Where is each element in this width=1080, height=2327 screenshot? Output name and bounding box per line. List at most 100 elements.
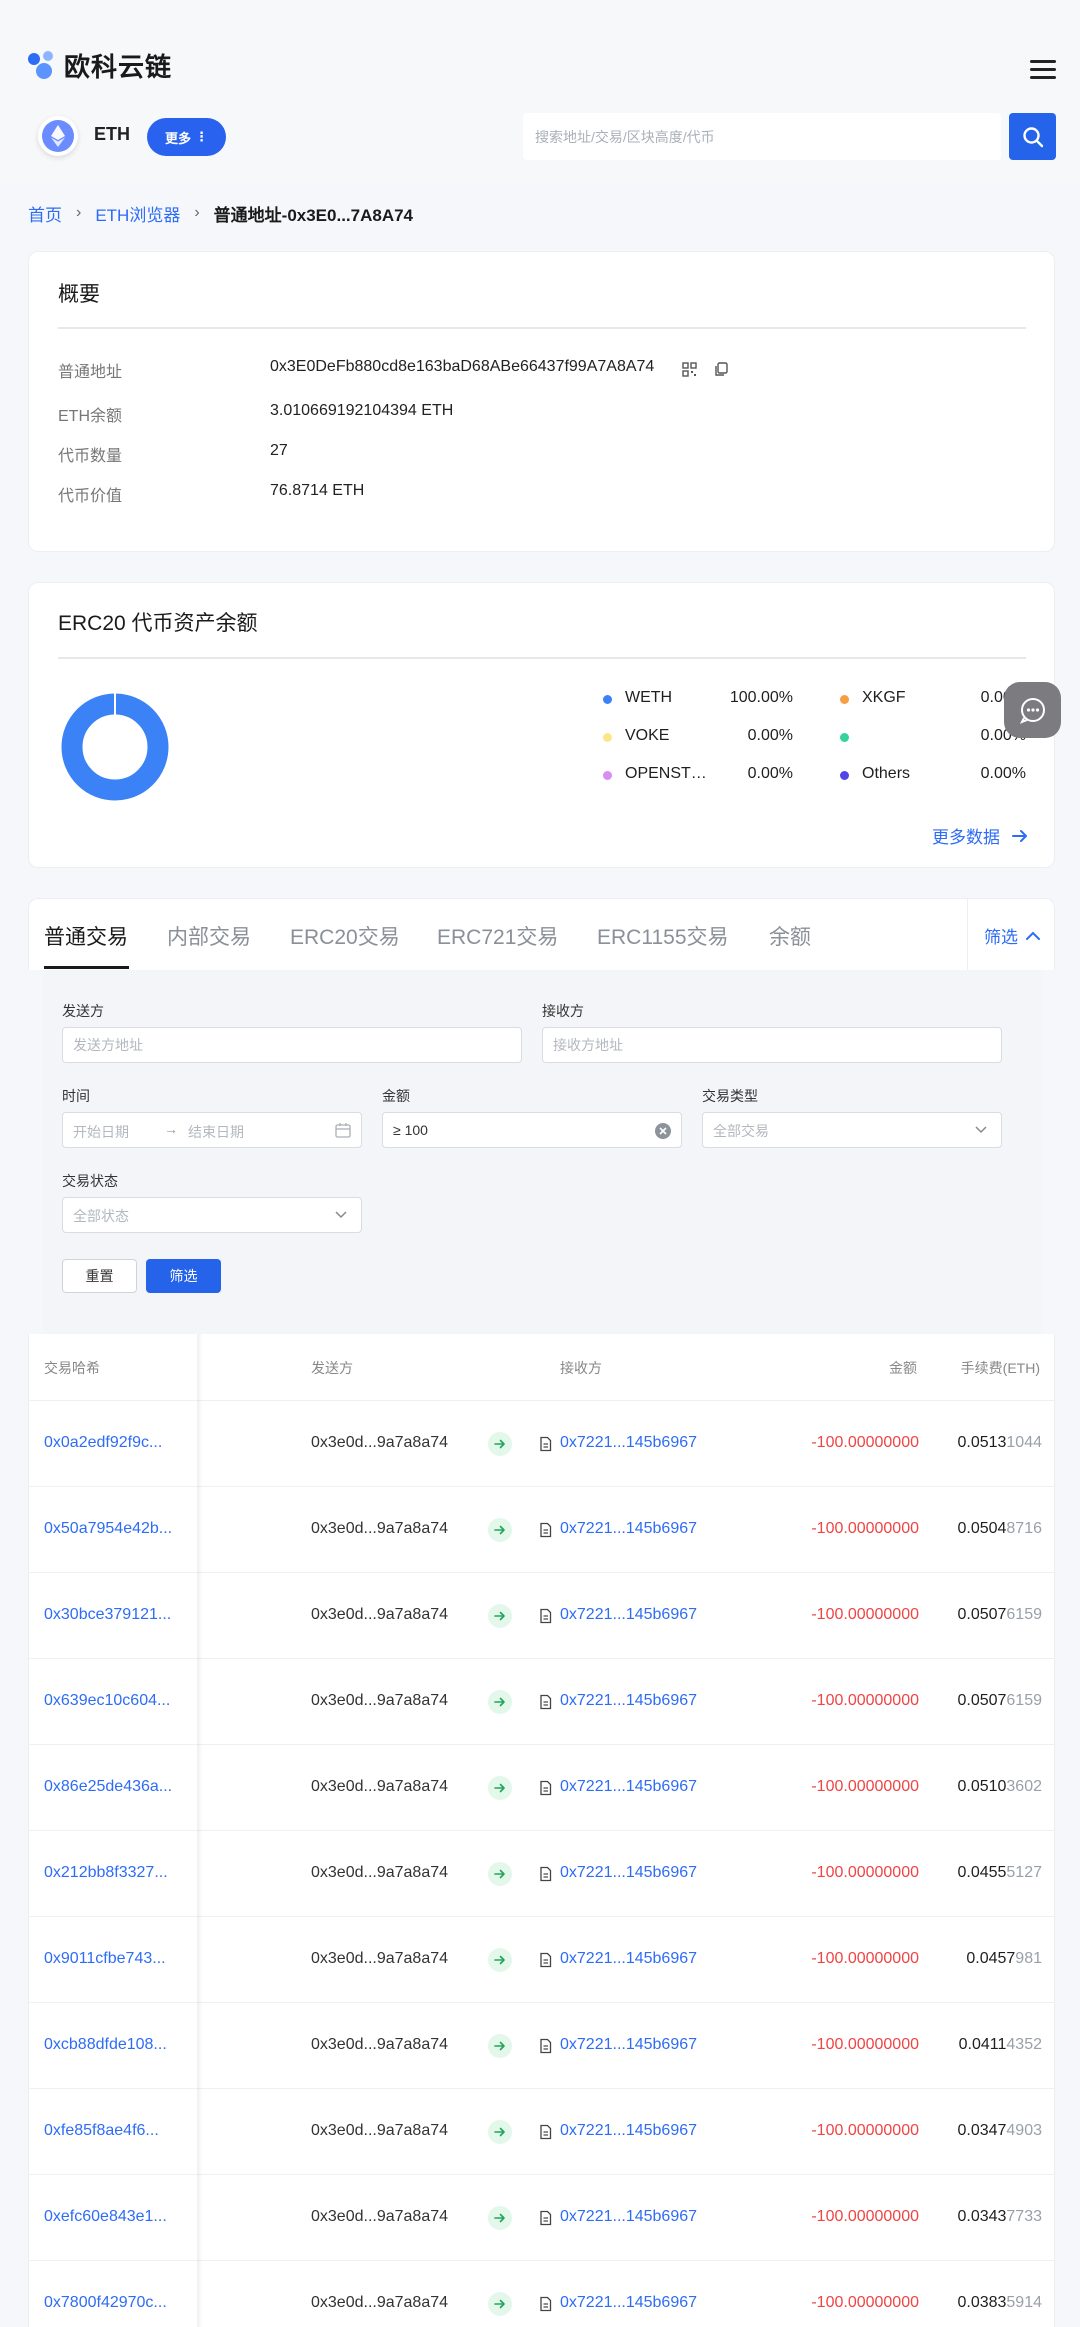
more-data-label: 更多数据: [932, 828, 1000, 847]
breadcrumb: 首页 › ETH浏览器 › 普通地址-0x3E0...7A8A74: [28, 201, 413, 225]
eth-icon: [38, 116, 78, 156]
donut-segment-weth[interactable]: [61, 693, 169, 801]
from-input[interactable]: [62, 1027, 522, 1063]
to-address-link[interactable]: 0x7221...145b6967: [560, 1606, 697, 1624]
chevron-up-icon: [1026, 931, 1040, 940]
arrow-right-icon: [488, 2120, 512, 2144]
erc20-title: ERC20 代币资产余额: [58, 612, 258, 635]
date-range-picker[interactable]: 开始日期 → 结束日期: [62, 1112, 362, 1148]
fee-tail: 6159: [1006, 1606, 1042, 1623]
fee-main: 0.0457: [966, 1950, 1016, 1967]
tab-erc721[interactable]: ERC721交易: [437, 921, 558, 951]
search-input[interactable]: [523, 113, 1001, 160]
to-address-link[interactable]: 0x7221...145b6967: [560, 2122, 697, 2140]
legend-name: OPENST…: [625, 765, 707, 782]
from-address: 0x3e0d...9a7a8a74: [311, 1520, 449, 1537]
col-header-amount: 金额: [889, 1360, 917, 1376]
copy-icon[interactable]: [714, 362, 728, 377]
start-date-placeholder[interactable]: 开始日期: [73, 1122, 129, 1142]
legend-item[interactable]: WETH 100.00%: [603, 689, 793, 709]
to-address-link[interactable]: 0x7221...145b6967: [560, 1864, 697, 1882]
table-row: 0xfe85f8ae4f6... 0x3e0d...9a7a8a74 0x7221.…: [29, 2088, 1054, 2174]
to-address-link[interactable]: 0x7221...145b6967: [560, 2036, 697, 2054]
filter-toggle-button[interactable]: 筛选: [967, 899, 1056, 971]
divider: [58, 327, 1026, 329]
tx-hash-link[interactable]: 0x7800f42970c...: [44, 2294, 167, 2312]
token-value-value: 76.8714 ETH: [270, 482, 365, 499]
to-address-link[interactable]: 0x7221...145b6967: [560, 1692, 697, 1710]
tx-hash-link[interactable]: 0xcb88dfde108...: [44, 2036, 167, 2054]
fee-value: 0.04114352: [959, 2036, 1042, 2054]
clear-icon[interactable]: [654, 1122, 672, 1140]
token-count-value: 27: [270, 442, 288, 459]
chat-support-button[interactable]: [1004, 682, 1061, 738]
arrow-right-icon: [488, 2034, 512, 2058]
to-address-link[interactable]: 0x7221...145b6967: [560, 2294, 697, 2312]
contract-icon: [540, 1522, 552, 1538]
contract-icon: [540, 2038, 552, 2054]
tx-hash-link[interactable]: 0x30bce379121...: [44, 1606, 171, 1624]
legend-item[interactable]: VOKE 0.00%: [603, 727, 793, 747]
arrow-right-icon: [488, 2206, 512, 2230]
sticky-column-shadow: [197, 1334, 203, 2327]
tab-balance[interactable]: 余额: [769, 921, 811, 951]
to-input[interactable]: [542, 1027, 1002, 1063]
fee-main: 0.0411: [958, 2036, 1007, 2053]
type-select-value: 全部交易: [713, 1123, 769, 1139]
more-data-link[interactable]: 更多数据: [932, 823, 1028, 848]
legend-name: XKGF: [862, 689, 906, 706]
to-address-link[interactable]: 0x7221...145b6967: [560, 1520, 697, 1538]
legend-item[interactable]: OPENST… 0.00%: [603, 765, 793, 785]
to-address-link[interactable]: 0x7221...145b6967: [560, 1778, 697, 1796]
type-select[interactable]: 全部交易: [702, 1112, 1002, 1148]
reset-button[interactable]: 重置: [62, 1259, 137, 1293]
breadcrumb-current: 普通地址-0x3E0...7A8A74: [213, 205, 414, 225]
legend-item[interactable]: XKGF 0.00%: [840, 689, 1030, 709]
end-date-placeholder[interactable]: 结束日期: [188, 1122, 244, 1142]
qrcode-icon[interactable]: [682, 362, 697, 377]
legend-item[interactable]: 0.00%: [840, 727, 1030, 747]
tx-hash-link[interactable]: 0x9011cfbe743...: [44, 1950, 166, 1968]
tx-hash-link[interactable]: 0x0a2edf92f9c...: [44, 1434, 162, 1452]
table-row: 0x212bb8f3327... 0x3e0d...9a7a8a74 0x7221.…: [29, 1830, 1054, 1916]
arrow-right-icon: [488, 1948, 512, 1972]
amount-value: -100.00000000: [811, 2036, 919, 2053]
chevron-right-icon: ›: [194, 204, 200, 221]
to-address-link[interactable]: 0x7221...145b6967: [560, 1950, 697, 1968]
fee-main: 0.0455: [957, 1864, 1007, 1881]
amount-value: -100.00000000: [811, 1520, 919, 1537]
breadcrumb-home[interactable]: 首页: [28, 201, 62, 226]
transaction-tabs: 普通交易 内部交易 ERC20交易 ERC721交易 ERC1155交易 余额 …: [28, 898, 1056, 971]
tab-internal[interactable]: 内部交易: [167, 921, 251, 951]
tx-hash-link[interactable]: 0x50a7954e42b...: [44, 1520, 172, 1538]
tab-erc20[interactable]: ERC20交易: [290, 921, 400, 951]
to-address-link[interactable]: 0x7221...145b6967: [560, 2208, 697, 2226]
chevron-down-icon: [335, 1211, 347, 1219]
legend-item[interactable]: Others 0.00%: [840, 765, 1030, 785]
tx-hash-link[interactable]: 0x639ec10c604...: [44, 1692, 170, 1710]
tx-hash-link[interactable]: 0x212bb8f3327...: [44, 1864, 168, 1882]
tx-hash-link[interactable]: 0x86e25de436a...: [44, 1778, 172, 1796]
tab-normal[interactable]: 普通交易: [44, 921, 128, 951]
fee-tail: 6159: [1006, 1692, 1042, 1709]
arrow-right-icon: [488, 1776, 512, 1800]
arrow-right-icon: [488, 1690, 512, 1714]
col-header-fee: 手续费(ETH): [960, 1360, 1040, 1376]
tx-hash-link[interactable]: 0xfe85f8ae4f6...: [44, 2122, 159, 2140]
more-chains-button[interactable]: 更多 ⋮: [147, 118, 226, 156]
breadcrumb-explorer[interactable]: ETH浏览器: [95, 201, 180, 226]
status-select[interactable]: 全部状态: [62, 1197, 362, 1233]
menu-icon[interactable]: [1030, 60, 1056, 80]
chain-name: ETH: [94, 124, 130, 144]
arrow-right-icon: [488, 2292, 512, 2316]
tab-erc1155[interactable]: ERC1155交易: [597, 921, 729, 951]
to-label: 接收方: [542, 1003, 584, 1019]
amount-value: -100.00000000: [811, 2122, 919, 2139]
filter-submit-button[interactable]: 筛选: [146, 1259, 221, 1293]
more-label: 更多: [164, 130, 191, 146]
amount-input[interactable]: ≥ 100: [382, 1112, 682, 1148]
brand-logo[interactable]: 欧科云链: [28, 48, 172, 82]
to-address-link[interactable]: 0x7221...145b6967: [560, 1434, 697, 1452]
search-button[interactable]: [1009, 113, 1056, 160]
tx-hash-link[interactable]: 0xefc60e843e1...: [44, 2208, 167, 2226]
